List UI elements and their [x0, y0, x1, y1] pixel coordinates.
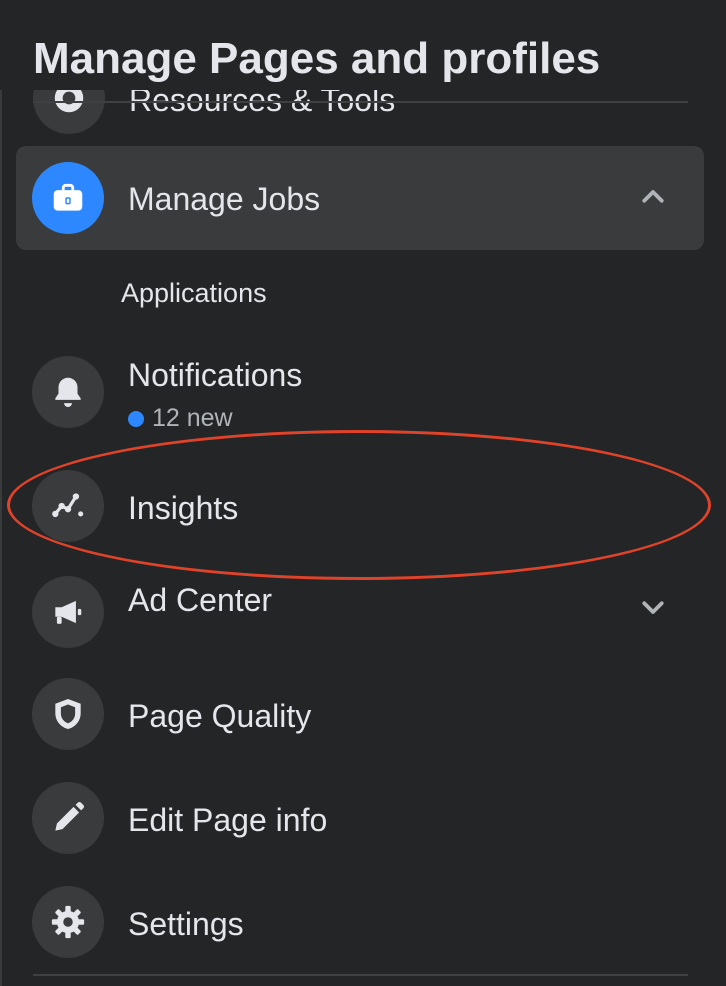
panel-border-left [0, 0, 2, 986]
menu-item-edit-page-info[interactable]: Edit Page info [16, 766, 704, 870]
menu-item-settings[interactable]: Settings [16, 870, 704, 974]
menu-item-label: Edit Page info [128, 802, 328, 838]
bell-icon [32, 356, 104, 428]
menu-item-label: Settings [128, 906, 244, 942]
megaphone-icon [32, 576, 104, 648]
gear-icon [32, 886, 104, 958]
menu-item-insights[interactable]: Insights [16, 454, 704, 558]
menu-item-manage-jobs[interactable]: Manage Jobs [16, 146, 704, 250]
chevron-up-icon[interactable] [638, 182, 668, 212]
menu-item-label: Manage Jobs [128, 181, 321, 217]
manage-pages-panel: Resources & Tools Manage Pages and profi… [0, 0, 726, 986]
menu-item-ad-center[interactable]: Ad Center [16, 560, 704, 664]
menu-item-notifications[interactable]: Notifications 12 new [16, 340, 704, 440]
submenu-item-applications[interactable]: Applications [121, 278, 267, 309]
briefcase-icon [32, 162, 104, 234]
chevron-down-icon[interactable] [638, 592, 668, 622]
panel-title: Manage Pages and profiles [33, 34, 601, 83]
footer-divider [33, 974, 688, 976]
badge-text: 12 new [152, 404, 233, 432]
menu-item-page-quality[interactable]: Page Quality [16, 662, 704, 766]
notifications-badge: 12 new [128, 404, 233, 433]
shield-icon [32, 678, 104, 750]
header-divider [33, 101, 688, 103]
menu-item-label: Ad Center [128, 582, 273, 618]
menu-item-label: Page Quality [128, 698, 312, 734]
unread-dot [128, 410, 144, 427]
pencil-icon [32, 782, 104, 854]
insights-icon [32, 470, 104, 542]
menu-item-label: Notifications [128, 357, 303, 393]
menu-item-label: Insights [128, 490, 239, 526]
